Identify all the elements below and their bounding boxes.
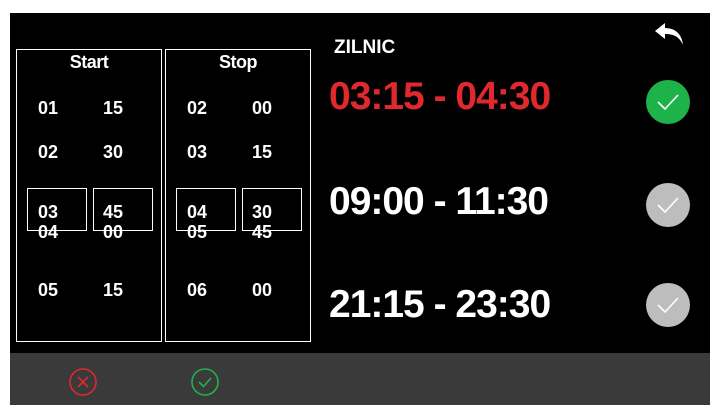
cancel-circle-x-icon <box>69 368 97 396</box>
stop-minute-item[interactable]: 00 <box>245 280 279 300</box>
interval-row-3[interactable]: 21:15 - 23:30 <box>329 283 551 327</box>
start-hour-item[interactable]: 02 <box>31 142 65 162</box>
start-hour-item[interactable]: 01 <box>31 98 65 118</box>
start-minute-item[interactable]: 30 <box>96 142 130 162</box>
interval-3-check-button[interactable] <box>646 283 690 327</box>
start-picker-title: Start <box>69 52 109 72</box>
timer-schedule-screen: Start 01 02 03 04 05 15 30 45 00 15 Stop… <box>10 13 710 405</box>
checkmark-icon <box>657 94 679 111</box>
bottom-action-bar <box>10 353 710 405</box>
stop-minute-item[interactable]: 15 <box>245 142 279 162</box>
confirm-button[interactable] <box>190 367 220 397</box>
schedule-title: ZILNIC <box>334 37 396 58</box>
start-hour-selection-frame <box>27 188 87 231</box>
stop-hour-item[interactable]: 03 <box>180 142 214 162</box>
interval-1-check-button[interactable] <box>646 80 690 124</box>
stop-hour-item[interactable]: 06 <box>180 280 214 300</box>
stop-minute-selection-frame <box>242 188 302 231</box>
interval-row-2[interactable]: 09:00 - 11:30 <box>329 180 549 224</box>
stop-hour-item[interactable]: 02 <box>180 98 214 118</box>
interval-2-check-button[interactable] <box>646 183 690 227</box>
confirm-circle-check-icon <box>191 368 219 396</box>
back-button[interactable] <box>653 21 687 47</box>
checkmark-icon <box>657 197 679 214</box>
cancel-button[interactable] <box>68 367 98 397</box>
checkmark-icon <box>657 297 679 314</box>
start-minute-item[interactable]: 15 <box>96 280 130 300</box>
start-hour-item[interactable]: 05 <box>31 280 65 300</box>
stop-minute-item[interactable]: 00 <box>245 98 279 118</box>
stop-picker-title: Stop <box>219 52 258 72</box>
start-minute-selection-frame <box>93 188 153 231</box>
interval-row-1[interactable]: 03:15 - 04:30 <box>329 75 551 119</box>
stop-time-picker[interactable]: Stop 02 03 04 05 06 00 15 30 45 00 <box>165 49 311 342</box>
stop-hour-selection-frame <box>176 188 236 231</box>
back-arrow-icon <box>655 23 683 45</box>
start-time-picker[interactable]: Start 01 02 03 04 05 15 30 45 00 15 <box>16 49 162 342</box>
start-minute-item[interactable]: 15 <box>96 98 130 118</box>
